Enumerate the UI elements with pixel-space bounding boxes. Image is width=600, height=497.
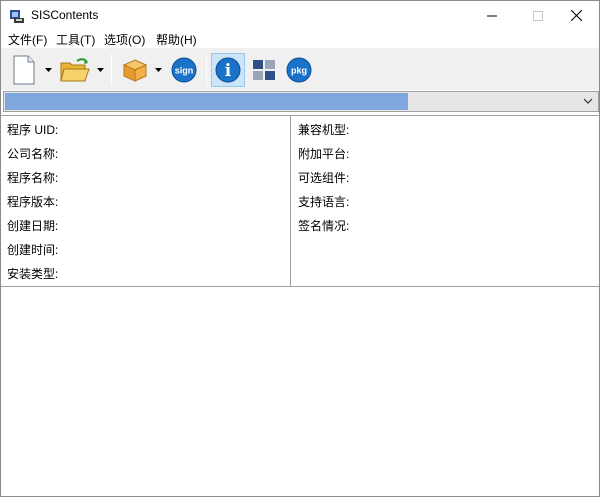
minimize-icon — [487, 15, 497, 16]
menu-tools[interactable]: 工具(T) — [56, 31, 95, 48]
package-box-icon — [122, 59, 148, 82]
chevron-down-icon — [583, 98, 593, 104]
sign-icon: sign — [171, 57, 197, 83]
package-button[interactable] — [118, 53, 152, 87]
menu-help[interactable]: 帮助(H) — [156, 31, 197, 48]
package-dropdown[interactable] — [153, 53, 163, 87]
menu-options[interactable]: 选项(O) — [104, 31, 145, 48]
toolbar-separator — [206, 54, 207, 86]
app-icon — [9, 8, 25, 24]
toolbar: sign i pkg — [1, 48, 599, 90]
info-icon: i — [215, 57, 241, 83]
app-window: SISContents 文件(F) 工具(T) 选项(O) 帮助(H) sign… — [0, 0, 600, 497]
toolbar-separator — [111, 54, 112, 86]
info-icon-text: i — [225, 61, 232, 81]
field-create-date: 创建日期: — [7, 219, 59, 233]
dropdown-arrow-icon — [96, 68, 104, 72]
menu-file[interactable]: 文件(F) — [8, 31, 47, 48]
new-document-button[interactable] — [7, 53, 41, 87]
field-supported-languages: 支持语言: — [298, 195, 350, 209]
field-create-time: 创建时间: — [7, 243, 59, 257]
close-icon — [570, 10, 582, 21]
field-program-version: 程序版本: — [7, 195, 59, 209]
pkg-icon: pkg — [286, 57, 312, 83]
tiles-icon — [253, 60, 275, 80]
tiles-button[interactable] — [248, 53, 280, 87]
combo-dropdown-button[interactable] — [582, 95, 594, 107]
field-compatible-models: 兼容机型: — [298, 123, 350, 137]
window-title: SISContents — [31, 8, 99, 22]
dropdown-arrow-icon — [154, 68, 162, 72]
info-button[interactable]: i — [211, 53, 245, 87]
close-button[interactable] — [553, 1, 599, 30]
title-bar[interactable]: SISContents — [1, 1, 599, 30]
content-area[interactable] — [1, 288, 599, 496]
sign-icon-text: sign — [175, 66, 194, 76]
new-document-icon — [13, 55, 35, 85]
minimize-button[interactable] — [469, 1, 515, 30]
info-panel: 程序 UID: 公司名称: 程序名称: 程序版本: 创建日期: 创建时间: 安装… — [1, 115, 599, 287]
pkg-button[interactable]: pkg — [283, 53, 315, 87]
progress-combo[interactable] — [3, 91, 599, 112]
field-optional-components: 可选组件: — [298, 171, 350, 185]
open-folder-button[interactable] — [57, 53, 93, 87]
new-document-dropdown[interactable] — [43, 53, 53, 87]
field-extra-platforms: 附加平台: — [298, 147, 350, 161]
panel-divider — [290, 116, 291, 287]
sign-button[interactable]: sign — [168, 53, 200, 87]
progress-bar-fill — [5, 93, 408, 110]
open-folder-icon — [60, 58, 90, 82]
menu-bar: 文件(F) 工具(T) 选项(O) 帮助(H) — [1, 30, 599, 48]
field-signature-status: 签名情况: — [298, 219, 350, 233]
maximize-icon — [533, 10, 543, 21]
open-folder-dropdown[interactable] — [95, 53, 105, 87]
pkg-icon-text: pkg — [291, 66, 307, 76]
field-program-name: 程序名称: — [7, 171, 59, 185]
field-program-uid: 程序 UID: — [7, 123, 59, 137]
field-company-name: 公司名称: — [7, 147, 59, 161]
dropdown-arrow-icon — [44, 68, 52, 72]
field-install-type: 安装类型: — [7, 267, 59, 281]
